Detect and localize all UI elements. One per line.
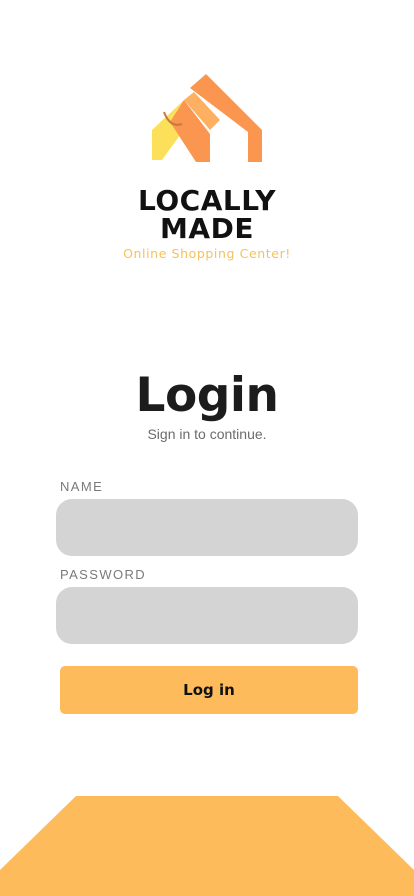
house-roof-logo-icon xyxy=(152,74,262,162)
login-button[interactable]: Log in xyxy=(60,666,358,714)
password-field[interactable] xyxy=(56,587,358,644)
brand-name-line2: MADE xyxy=(160,212,254,245)
name-label: NAME xyxy=(60,479,104,494)
bottom-decoration xyxy=(0,796,414,896)
brand-tagline: Online Shopping Center! xyxy=(123,246,291,261)
name-field[interactable] xyxy=(56,499,358,556)
page-subtitle: Sign in to continue. xyxy=(147,426,267,442)
page-title: Login xyxy=(135,368,279,423)
password-label: PASSWORD xyxy=(60,567,147,582)
